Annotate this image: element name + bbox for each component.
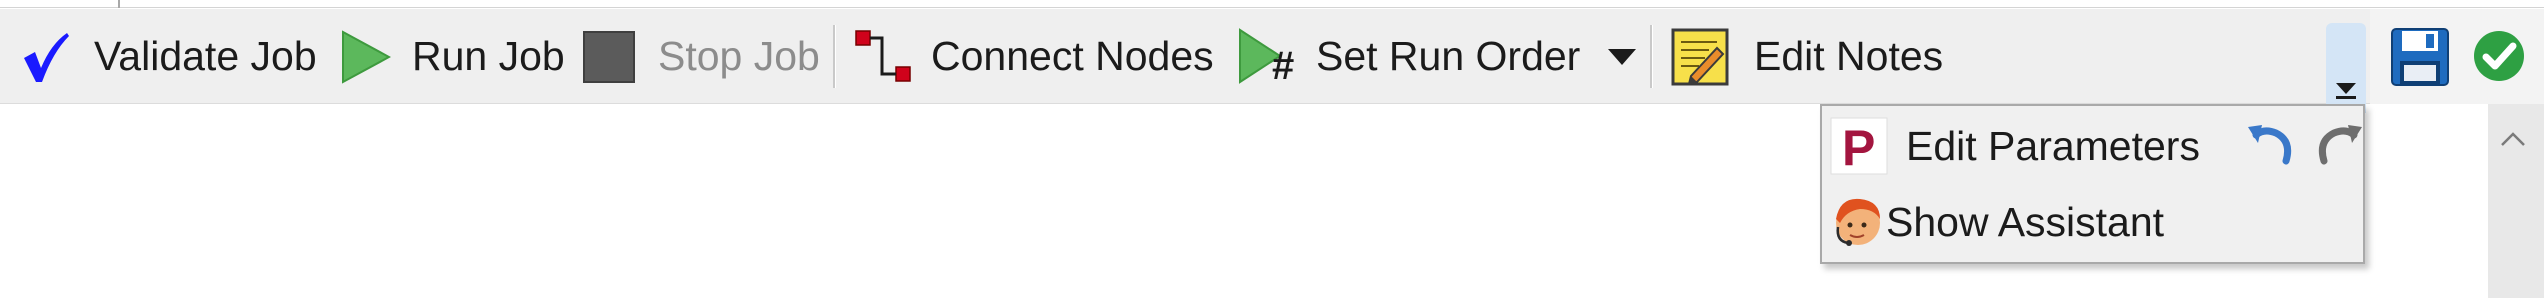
run-job-button[interactable]: Run Job: [340, 9, 565, 104]
redo-icon[interactable]: [2314, 121, 2364, 171]
overflow-menu: P Edit Parameters Show Assistant: [1820, 104, 2365, 264]
set-run-order-button[interactable]: # Set Run Order: [1238, 9, 1637, 104]
p-icon-letter: P: [1842, 120, 1876, 176]
menu-item-edit-parameters[interactable]: P Edit Parameters: [1830, 110, 2364, 182]
menu-item-show-assistant[interactable]: Show Assistant: [1830, 186, 2164, 258]
tab-edge: [118, 0, 120, 8]
assistant-avatar-icon: [1830, 193, 1886, 251]
chevron-up-icon[interactable]: [2501, 132, 2525, 146]
stop-icon: [582, 30, 636, 84]
validate-job-button[interactable]: Validate Job: [18, 9, 317, 104]
hash-icon-glyph: #: [1272, 43, 1295, 88]
stop-job-label: Stop Job: [658, 33, 820, 79]
run-order-icon: #: [1238, 26, 1300, 88]
connect-nodes-label: Connect Nodes: [931, 33, 1214, 79]
edit-parameters-label: Edit Parameters: [1906, 122, 2200, 169]
validate-job-label: Validate Job: [94, 33, 317, 79]
overflow-bar: [2336, 96, 2356, 99]
floppy-disk-icon[interactable]: [2390, 27, 2450, 87]
node-connector-icon: [853, 28, 915, 86]
green-check-circle-icon[interactable]: [2472, 29, 2526, 83]
p-square-icon: P: [1830, 117, 1888, 176]
connect-nodes-button[interactable]: Connect Nodes: [853, 9, 1214, 104]
notepad-icon: [1670, 27, 1730, 87]
edit-notes-button[interactable]: Edit Notes: [1670, 9, 1943, 104]
toolbar-separator: [1650, 25, 1653, 88]
stop-job-button[interactable]: Stop Job: [582, 9, 820, 104]
application-window: Validate Job Run Job Stop Job Connect No…: [0, 0, 2544, 298]
chevron-down-icon: [2336, 83, 2356, 94]
right-toolbar: [2370, 9, 2544, 104]
edit-notes-label: Edit Notes: [1754, 33, 1944, 79]
vertical-scrollbar[interactable]: [2488, 104, 2544, 298]
show-assistant-label: Show Assistant: [1886, 198, 2165, 245]
toolbar-separator: [833, 25, 836, 88]
checkmark-icon: [18, 27, 74, 87]
job-toolbar: Validate Job Run Job Stop Job Connect No…: [0, 9, 2544, 113]
set-run-order-label: Set Run Order: [1316, 33, 1581, 79]
chevron-down-icon[interactable]: [1608, 47, 1637, 67]
tab-strip: [0, 0, 2544, 8]
run-job-label: Run Job: [412, 33, 565, 79]
undo-icon[interactable]: [2246, 121, 2296, 171]
play-icon: [340, 29, 392, 85]
toolbar-overflow-button[interactable]: [2326, 23, 2366, 113]
